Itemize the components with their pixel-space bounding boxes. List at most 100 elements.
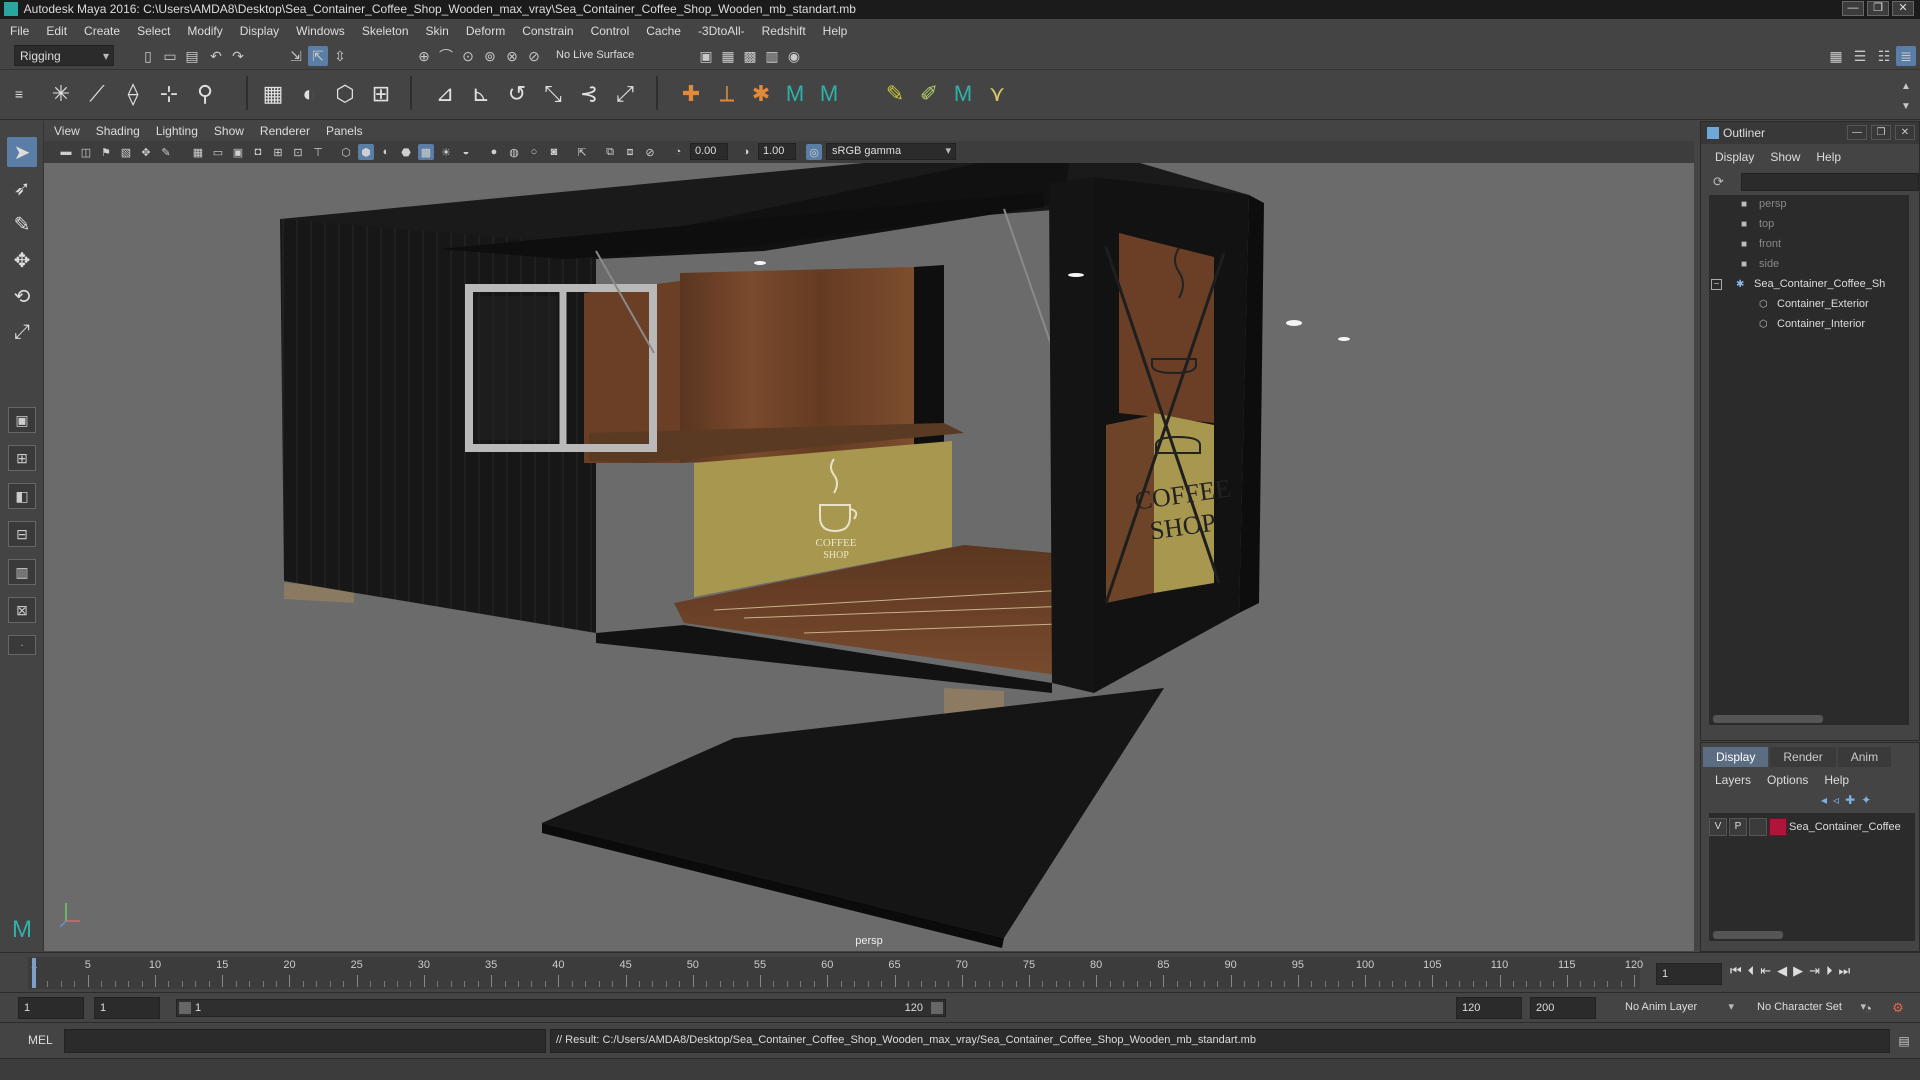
panel-menu-show[interactable]: Show	[214, 124, 244, 138]
script-language-label[interactable]: MEL	[28, 1033, 53, 1047]
outliner-persp-layout-icon[interactable]: ⊟	[8, 521, 36, 547]
start-time-field[interactable]: 1	[18, 997, 84, 1019]
character-set-dropdown[interactable]: No Character Set	[1752, 997, 1870, 1019]
shadows-icon[interactable]: ◒	[458, 144, 474, 160]
layer-menu-help[interactable]: Help	[1824, 773, 1849, 787]
bind-skin-icon[interactable]: ▦	[258, 78, 288, 110]
paint-select-tool-icon[interactable]: ✎	[7, 209, 37, 239]
tab-anim[interactable]: Anim	[1837, 747, 1892, 767]
layer-color-swatch[interactable]	[1769, 818, 1787, 836]
panel-menu-panels[interactable]: Panels	[326, 124, 363, 138]
play-forwards-icon[interactable]: ▶	[1793, 963, 1803, 979]
playback-start-field[interactable]: 1	[94, 997, 160, 1019]
render-settings-icon[interactable]: ▣	[696, 46, 716, 66]
textured-icon[interactable]: ▩	[418, 144, 434, 160]
bookmark-icon[interactable]: ⚑	[98, 144, 114, 160]
auto-key-icon[interactable]: ◔	[1858, 998, 1878, 1018]
gate-mask-icon[interactable]: ◘	[250, 144, 266, 160]
maya-m-icon-1[interactable]: M	[780, 78, 810, 110]
select-object-icon[interactable]: ⇱	[308, 46, 328, 66]
snap-point-icon[interactable]: ⊙	[458, 46, 478, 66]
outliner-item-side[interactable]: ■ side	[1741, 255, 1779, 273]
animation-preferences-icon[interactable]: ⚙	[1888, 998, 1908, 1018]
maya-m-icon-2[interactable]: M	[814, 78, 844, 110]
anti-aliasing-icon[interactable]: ○	[526, 144, 542, 160]
paint-blend-icon[interactable]: ✎	[880, 78, 910, 110]
maya-m-icon-3[interactable]: M	[948, 78, 978, 110]
outliner-menu-display[interactable]: Display	[1715, 150, 1754, 170]
backface-culling-icon[interactable]: ⊘	[642, 144, 658, 160]
menu-constrain[interactable]: Constrain	[522, 24, 573, 38]
layer-playback-toggle[interactable]: P	[1729, 818, 1747, 836]
parent-constraint-icon[interactable]: ⊿	[430, 78, 460, 110]
deformer-icon[interactable]: ⋎	[982, 78, 1012, 110]
panel-menu-lighting[interactable]: Lighting	[156, 124, 198, 138]
menu-deform[interactable]: Deform	[466, 24, 505, 38]
outliner-item-interior[interactable]: ⬡ Container_Interior	[1759, 315, 1865, 333]
exposure-icon[interactable]: ◔	[670, 144, 686, 160]
redo-icon[interactable]: ↷	[228, 46, 248, 66]
rotate-tool-icon[interactable]: ⟲	[7, 281, 37, 311]
resolution-gate-icon[interactable]: ▣	[230, 144, 246, 160]
menu-skin[interactable]: Skin	[426, 24, 449, 38]
menu-cache[interactable]: Cache	[646, 24, 681, 38]
tab-render[interactable]: Render	[1770, 747, 1836, 767]
minimize-button[interactable]: —	[1842, 1, 1864, 16]
humanik-icon[interactable]: ⚲	[190, 78, 220, 110]
layer-list[interactable]: V P Sea_Container_Coffee	[1709, 813, 1915, 941]
go-to-start-icon[interactable]: ⏮	[1730, 963, 1742, 979]
scene-render[interactable]: COFFEE SHOP COFFEE SHOP	[44, 163, 1694, 951]
viewport-persp[interactable]: COFFEE SHOP COFFEE SHOP persp	[44, 163, 1694, 951]
safe-title-icon[interactable]: ⊤	[310, 144, 326, 160]
layer-menu-layers[interactable]: Layers	[1715, 773, 1751, 787]
outliner-item-root[interactable]: − ✱ Sea_Container_Coffee_Sh	[1711, 275, 1885, 293]
menu-display[interactable]: Display	[240, 24, 279, 38]
isolate-select-icon[interactable]: ⇱	[574, 144, 590, 160]
new-scene-icon[interactable]: ▯	[138, 46, 158, 66]
layer-display-type[interactable]	[1749, 818, 1767, 836]
go-to-end-icon[interactable]: ⏭	[1839, 963, 1851, 979]
render-view-icon[interactable]: ▥	[762, 46, 782, 66]
lattice-icon[interactable]: ⬡	[330, 78, 360, 110]
snap-live-icon[interactable]: ⊘	[524, 46, 544, 66]
layer-menu-options[interactable]: Options	[1767, 773, 1808, 787]
script-editor-icon[interactable]: ▤	[1894, 1031, 1914, 1051]
close-button[interactable]: ✕	[1892, 1, 1914, 16]
snap-curve-icon[interactable]: ⌒	[436, 46, 456, 66]
attribute-editor-icon[interactable]: ☰	[1850, 46, 1870, 66]
move-layer-up-icon[interactable]: ◂	[1821, 793, 1827, 807]
ipr-render-icon[interactable]: ▩	[740, 46, 760, 66]
current-frame-field[interactable]: 1	[1656, 963, 1722, 985]
single-pane-layout-icon[interactable]: ▣	[8, 407, 36, 433]
step-forward-frame-icon[interactable]: ⏵	[1826, 963, 1833, 979]
current-time-indicator[interactable]	[32, 958, 36, 988]
image-plane-icon[interactable]: ▧	[118, 144, 134, 160]
default-material-icon[interactable]: ◐	[378, 144, 394, 160]
new-layer-icon[interactable]: ✚	[1845, 793, 1855, 807]
add-joint-icon[interactable]: ✚	[676, 78, 706, 110]
outliner-item-top[interactable]: ■ top	[1741, 215, 1774, 233]
command-input[interactable]	[64, 1029, 546, 1053]
depth-of-field-icon[interactable]: ◙	[546, 144, 562, 160]
shelf-scroll-down-icon[interactable]: ▼	[1896, 96, 1916, 116]
time-ruler[interactable]: 1510152025303540455055606570758085909510…	[28, 957, 1643, 989]
outliner-search-input[interactable]	[1741, 173, 1919, 191]
menu-set-dropdown[interactable]: Rigging	[14, 45, 114, 66]
sea-container-model[interactable]: COFFEE SHOP COFFEE SHOP	[280, 163, 1350, 951]
menu-help[interactable]: Help	[823, 24, 848, 38]
tool-settings-icon[interactable]: ☷	[1874, 46, 1894, 66]
playback-end-field[interactable]: 120	[1456, 997, 1522, 1019]
screen-space-ao-icon[interactable]: ●	[486, 144, 502, 160]
field-chart-icon[interactable]: ⊞	[270, 144, 286, 160]
undo-icon[interactable]: ↶	[206, 46, 226, 66]
exposure-field[interactable]: 0.00	[690, 143, 728, 160]
menu-skeleton[interactable]: Skeleton	[362, 24, 409, 38]
menu-edit[interactable]: Edit	[46, 24, 67, 38]
step-forward-key-icon[interactable]: ⇥	[1809, 963, 1820, 979]
two-pane-layout-icon[interactable]: ◧	[8, 483, 36, 509]
move-tool-icon[interactable]: ✥	[7, 245, 37, 275]
range-start-handle[interactable]	[179, 1002, 191, 1014]
paint-weights-icon[interactable]: ◐	[294, 78, 324, 110]
color-space-dropdown[interactable]: sRGB gamma	[826, 143, 956, 160]
menu-redshift[interactable]: Redshift	[762, 24, 806, 38]
